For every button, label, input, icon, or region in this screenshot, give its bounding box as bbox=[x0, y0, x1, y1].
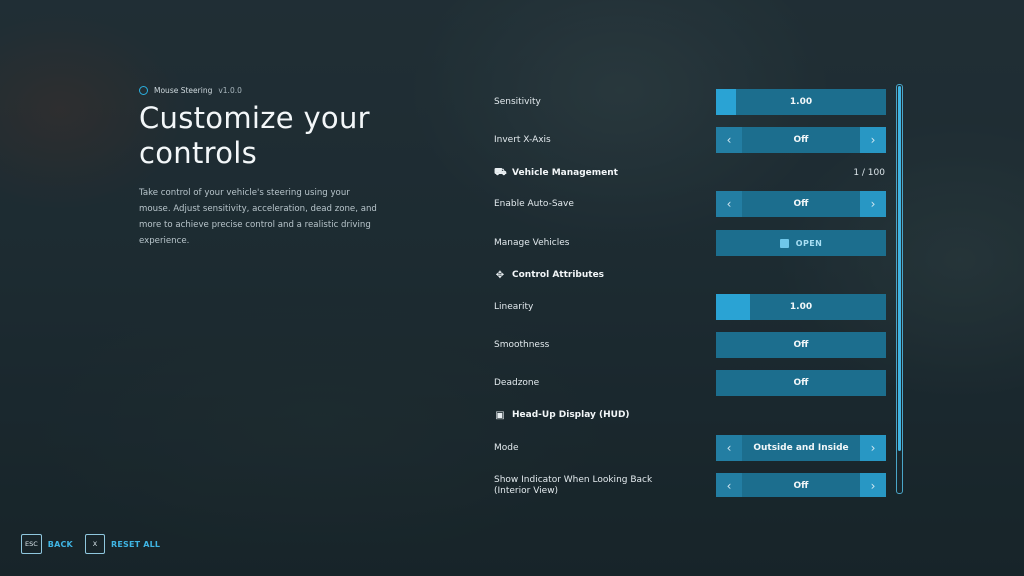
setting-label: Sensitivity bbox=[494, 97, 541, 107]
section-hud: ▣ Head-Up Display (HUD) bbox=[494, 407, 886, 423]
setting-label: Enable Auto-Save bbox=[494, 199, 574, 209]
chevron-left-icon[interactable]: ‹ bbox=[716, 127, 742, 153]
slider-value: 1.00 bbox=[789, 302, 813, 312]
reset-all-label: RESET ALL bbox=[110, 539, 161, 549]
section-control-attributes: ✥ Control Attributes bbox=[494, 267, 886, 283]
slider-fill bbox=[716, 294, 750, 320]
setting-label: Deadzone bbox=[494, 378, 540, 388]
chevron-right-icon[interactable]: › bbox=[860, 127, 886, 153]
setting-row-linearity: Linearity 1.00 bbox=[494, 294, 886, 320]
setting-label: Mode bbox=[494, 443, 519, 453]
chevron-right-icon[interactable]: › bbox=[860, 473, 886, 497]
scrollbar[interactable] bbox=[896, 84, 903, 494]
selector-value: Outside and Inside bbox=[753, 443, 849, 453]
x-key-icon: X bbox=[84, 534, 105, 554]
move-icon: ✥ bbox=[495, 269, 505, 281]
mod-logo-icon bbox=[139, 86, 148, 95]
setting-row-sensitivity: Sensitivity 1.00 bbox=[494, 89, 886, 115]
deadzone-control[interactable]: Off bbox=[716, 370, 886, 396]
setting-label: Manage Vehicles bbox=[494, 238, 570, 248]
indicator-back-selector[interactable]: ‹ Off › bbox=[716, 473, 886, 497]
chevron-left-icon[interactable]: ‹ bbox=[716, 473, 742, 497]
reset-all-button[interactable]: X RESET ALL bbox=[84, 534, 161, 554]
chevron-right-icon[interactable]: › bbox=[860, 191, 886, 217]
page-description: Take control of your vehicle's steering … bbox=[139, 188, 377, 246]
scrollbar-thumb[interactable] bbox=[898, 86, 901, 451]
chevron-right-icon[interactable]: › bbox=[860, 435, 886, 461]
setting-label: Show Indicator When Looking Back (Interi… bbox=[494, 475, 653, 496]
footer-hints: ESC BACK X RESET ALL bbox=[21, 534, 160, 554]
list-icon bbox=[779, 238, 789, 248]
slider-fill bbox=[716, 89, 737, 115]
intro-panel: Mouse Steering v1.0.0 Customize your con… bbox=[139, 86, 389, 249]
section-title: Head-Up Display (HUD) bbox=[512, 410, 630, 420]
section-vehicle-management: ⛟ Vehicle Management 1 / 100 bbox=[494, 165, 886, 181]
open-button[interactable]: OPEN bbox=[716, 230, 886, 256]
setting-row-indicator-back: Show Indicator When Looking Back (Interi… bbox=[494, 473, 886, 497]
selector-value: Off bbox=[793, 199, 809, 209]
setting-row-auto-save: Enable Auto-Save ‹ Off › bbox=[494, 191, 886, 217]
settings-list[interactable]: Sensitivity 1.00 Invert X-Axis ‹ Off › ⛟… bbox=[494, 89, 886, 497]
car-icon: ⛟ bbox=[494, 166, 507, 178]
setting-row-manage-vehicles: Manage Vehicles OPEN bbox=[494, 230, 886, 256]
chevron-left-icon[interactable]: ‹ bbox=[716, 191, 742, 217]
mode-selector[interactable]: ‹ Outside and Inside › bbox=[716, 435, 886, 461]
setting-row-invert-x: Invert X-Axis ‹ Off › bbox=[494, 127, 886, 153]
page-title: Customize your controls bbox=[139, 101, 370, 170]
back-label: BACK bbox=[47, 539, 73, 549]
sensitivity-slider[interactable]: 1.00 bbox=[716, 89, 886, 115]
setting-label: Linearity bbox=[494, 302, 534, 312]
app-version: v1.0.0 bbox=[218, 86, 242, 95]
setting-row-smoothness: Smoothness Off bbox=[494, 332, 886, 358]
selector-value: Off bbox=[793, 481, 809, 491]
esc-key-icon: ESC bbox=[21, 534, 42, 554]
vehicle-count: 1 / 100 bbox=[853, 168, 885, 178]
auto-save-selector[interactable]: ‹ Off › bbox=[716, 191, 886, 217]
chevron-left-icon[interactable]: ‹ bbox=[716, 435, 742, 461]
invert-x-selector[interactable]: ‹ Off › bbox=[716, 127, 886, 153]
open-button-label: OPEN bbox=[795, 238, 823, 248]
selector-value: Off bbox=[793, 135, 809, 145]
app-name: Mouse Steering bbox=[154, 86, 213, 95]
linearity-slider[interactable]: 1.00 bbox=[716, 294, 886, 320]
setting-label: Invert X-Axis bbox=[494, 135, 551, 145]
back-button[interactable]: ESC BACK bbox=[21, 534, 73, 554]
setting-label: Smoothness bbox=[494, 340, 550, 350]
section-title: Vehicle Management bbox=[512, 168, 618, 178]
control-value: Off bbox=[793, 378, 809, 388]
setting-row-mode: Mode ‹ Outside and Inside › bbox=[494, 435, 886, 461]
smoothness-control[interactable]: Off bbox=[716, 332, 886, 358]
display-icon: ▣ bbox=[495, 409, 505, 421]
slider-value: 1.00 bbox=[789, 97, 813, 107]
app-header: Mouse Steering v1.0.0 bbox=[139, 86, 389, 95]
setting-row-deadzone: Deadzone Off bbox=[494, 370, 886, 396]
control-value: Off bbox=[793, 340, 809, 350]
section-title: Control Attributes bbox=[512, 270, 605, 280]
